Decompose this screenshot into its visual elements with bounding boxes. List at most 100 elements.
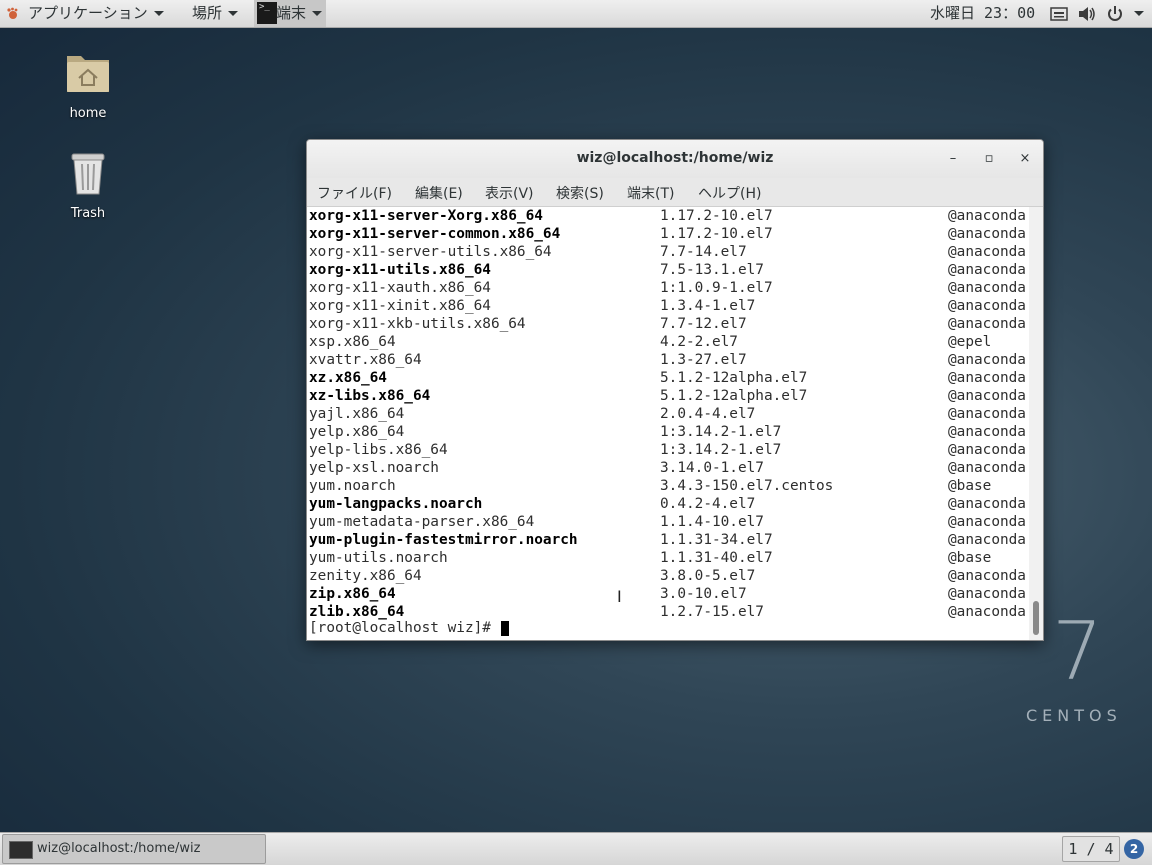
- package-name: xsp.x86_64: [309, 334, 396, 350]
- prompt-text: [root@localhost wiz]#: [309, 620, 500, 636]
- package-version: 1.17.2-10.el7: [660, 208, 773, 224]
- desktop-home-label: home: [69, 106, 107, 121]
- menubar: ファイル(F) 編集(E) 表示(V) 検索(S) 端末(T) ヘルプ(H): [307, 178, 1043, 207]
- package-repo: @base: [948, 550, 992, 566]
- package-repo: @anaconda: [948, 298, 1026, 314]
- package-version: 4.2-2.el7: [660, 334, 738, 350]
- window-title: wiz@localhost:/home/wiz: [576, 150, 774, 166]
- network-wired-icon[interactable]: [1050, 7, 1068, 21]
- maximize-button[interactable]: ▫: [978, 148, 1000, 170]
- package-version: 1.1.31-34.el7: [660, 532, 773, 548]
- terminal-window[interactable]: wiz@localhost:/home/wiz – ▫ × ファイル(F) 編集…: [306, 139, 1044, 641]
- package-version: 1:1.0.9-1.el7: [660, 280, 773, 296]
- menu-help[interactable]: ヘルプ(H): [698, 183, 761, 203]
- scrollbar[interactable]: [1029, 207, 1043, 640]
- close-button[interactable]: ×: [1014, 148, 1036, 170]
- places-menu-label: 場所: [192, 4, 223, 22]
- package-name: zip.x86_64: [309, 586, 396, 602]
- package-name: yelp.x86_64: [309, 424, 405, 440]
- chevron-down-icon[interactable]: [1134, 11, 1144, 16]
- terminal-icon: >_: [257, 2, 277, 24]
- package-repo: @anaconda: [948, 370, 1026, 386]
- package-repo: @anaconda: [948, 406, 1026, 422]
- trash-icon: [71, 153, 105, 195]
- package-name: yum-langpacks.noarch: [309, 496, 483, 512]
- desktop-trash-label: Trash: [70, 206, 106, 221]
- clock[interactable]: 水曜日 23：00: [930, 0, 1035, 27]
- desktop-trash[interactable]: Trash: [43, 150, 133, 221]
- text-cursor: [500, 620, 509, 636]
- workspace-switcher[interactable]: 1 / 4: [1062, 836, 1120, 862]
- package-repo: @anaconda: [948, 226, 1026, 242]
- package-version: 1.3-27.el7: [660, 352, 747, 368]
- folder-home-icon: [67, 56, 109, 92]
- centos-logo-number: 7: [1052, 605, 1103, 698]
- menu-file[interactable]: ファイル(F): [317, 183, 392, 203]
- package-name: xorg-x11-xauth.x86_64: [309, 280, 491, 296]
- notification-badge[interactable]: 2: [1124, 839, 1144, 859]
- package-name: xorg-x11-xkb-utils.x86_64: [309, 316, 526, 332]
- package-repo: @anaconda: [948, 442, 1026, 458]
- package-name: xorg-x11-server-utils.x86_64: [309, 244, 552, 260]
- package-version: 1.1.31-40.el7: [660, 550, 773, 566]
- places-menu[interactable]: 場所: [192, 0, 239, 27]
- package-repo: @anaconda: [948, 262, 1026, 278]
- package-repo: @anaconda: [948, 424, 1026, 440]
- window-titlebar[interactable]: wiz@localhost:/home/wiz – ▫ ×: [307, 140, 1043, 178]
- package-version: 3.4.3-150.el7.centos: [660, 478, 834, 494]
- gnome-foot-icon: [7, 7, 18, 19]
- menu-view[interactable]: 表示(V): [485, 183, 534, 203]
- package-repo: @anaconda: [948, 586, 1026, 602]
- package-name: xz-libs.x86_64: [309, 388, 431, 404]
- package-version: 7.5-13.1.el7: [660, 262, 764, 278]
- terminal-app-menu[interactable]: >_ 端末: [254, 0, 326, 27]
- package-name: yelp-libs.x86_64: [309, 442, 448, 458]
- terminal-output[interactable]: xorg-x11-server-Xorg.x86_64 1.17.2-10.el7…: [307, 207, 1029, 640]
- package-version: 1.2.7-15.el7: [660, 604, 764, 620]
- package-version: 7.7-12.el7: [660, 316, 747, 332]
- applications-menu[interactable]: アプリケーション: [28, 0, 164, 27]
- scrollbar-thumb[interactable]: [1033, 601, 1039, 635]
- package-repo: @anaconda: [948, 352, 1026, 368]
- package-name: yajl.x86_64: [309, 406, 405, 422]
- package-name: xorg-x11-xinit.x86_64: [309, 298, 491, 314]
- chevron-down-icon: [153, 11, 164, 16]
- menu-terminal[interactable]: 端末(T): [627, 183, 674, 203]
- package-repo: @anaconda: [948, 460, 1026, 476]
- package-name: yelp-xsl.noarch: [309, 460, 439, 476]
- menu-edit[interactable]: 編集(E): [415, 183, 463, 203]
- package-repo: @anaconda: [948, 208, 1026, 224]
- chevron-down-icon: [228, 11, 239, 16]
- package-repo: @anaconda: [948, 604, 1026, 620]
- centos-logo-text: CENTOS: [1026, 706, 1122, 725]
- bottom-panel: wiz@localhost:/home/wiz 1 / 4 2: [0, 832, 1152, 865]
- package-name: xorg-x11-server-common.x86_64: [309, 226, 561, 242]
- package-name: xorg-x11-utils.x86_64: [309, 262, 491, 278]
- package-version: 0.4.2-4.el7: [660, 496, 756, 512]
- applications-menu-label: アプリケーション: [28, 4, 148, 22]
- terminal-app-menu-label: 端末: [276, 4, 307, 22]
- package-repo: @anaconda: [948, 496, 1026, 512]
- package-version: 1.17.2-10.el7: [660, 226, 773, 242]
- package-version: 3.14.0-1.el7: [660, 460, 764, 476]
- package-name: yum-metadata-parser.x86_64: [309, 514, 535, 530]
- package-repo: @anaconda: [948, 280, 1026, 296]
- volume-icon[interactable]: [1078, 6, 1096, 22]
- package-version: 1.3.4-1.el7: [660, 298, 756, 314]
- power-icon[interactable]: [1106, 5, 1124, 23]
- menu-search[interactable]: 検索(S): [556, 183, 604, 203]
- package-version: 7.7-14.el7: [660, 244, 747, 260]
- taskbar-window-button[interactable]: wiz@localhost:/home/wiz: [2, 834, 266, 864]
- package-name: yum.noarch: [309, 478, 396, 494]
- package-version: 3.0-10.el7: [660, 586, 747, 602]
- package-version: 5.1.2-12alpha.el7: [660, 370, 808, 386]
- package-repo: @anaconda: [948, 388, 1026, 404]
- package-repo: @anaconda: [948, 514, 1026, 530]
- desktop-home-folder[interactable]: home: [43, 50, 133, 121]
- package-repo: @base: [948, 478, 992, 494]
- top-panel: アプリケーション 場所 >_ 端末 水曜日 23：00: [0, 0, 1152, 28]
- package-repo: @anaconda: [948, 568, 1026, 584]
- package-repo: @anaconda: [948, 316, 1026, 332]
- shell-prompt: [root@localhost wiz]#: [309, 619, 509, 637]
- minimize-button[interactable]: –: [942, 148, 964, 170]
